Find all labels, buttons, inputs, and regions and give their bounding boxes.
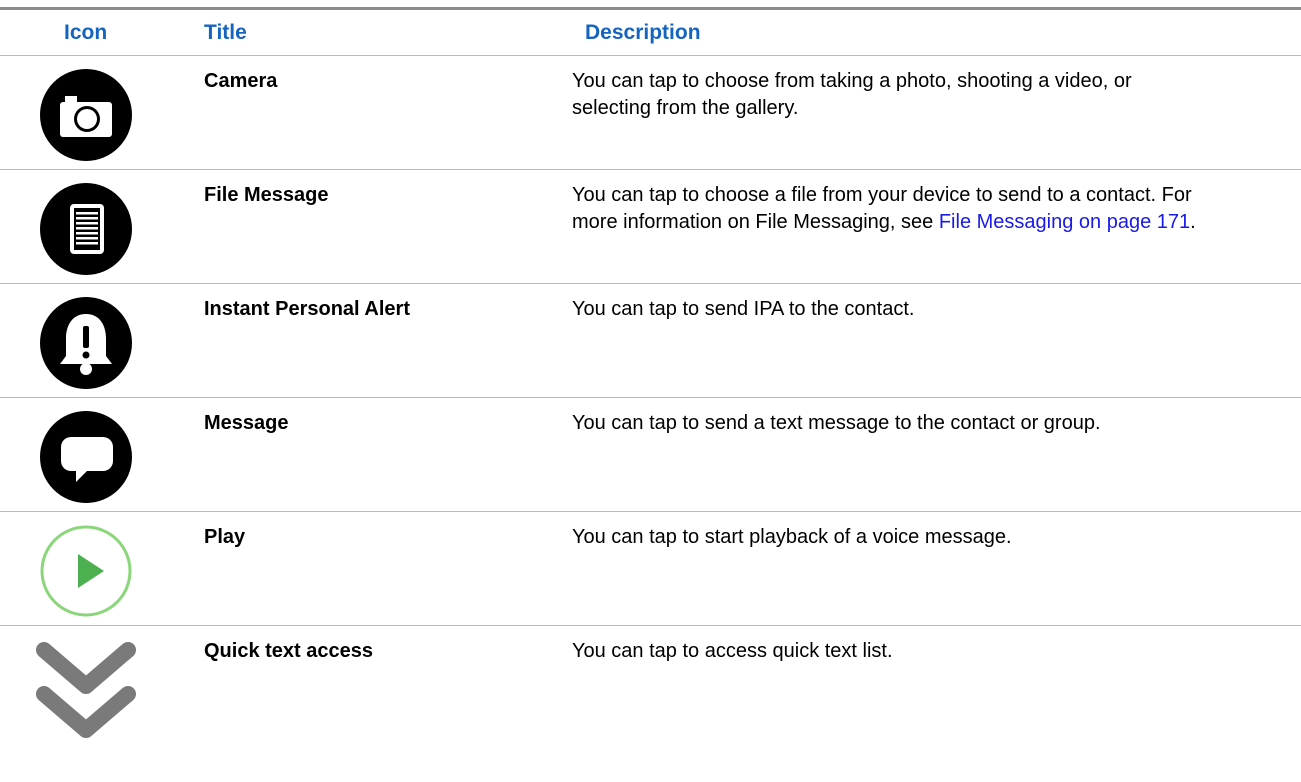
column-header-title: Title <box>204 21 247 44</box>
row-title: Camera <box>204 70 278 92</box>
row-description: You can tap to choose from taking a phot… <box>572 70 1132 119</box>
play-icon <box>30 522 145 617</box>
row-title: Quick text access <box>204 640 373 662</box>
column-header-icon: Icon <box>64 21 108 44</box>
icon-reference-table: Icon Title Description Camera You can ta… <box>0 7 1301 751</box>
column-header-description: Description <box>585 21 701 44</box>
row-description: You can tap to send IPA to the contact. <box>572 298 915 320</box>
camera-icon <box>30 66 145 161</box>
table-row: File Message You can tap to choose a fil… <box>0 170 1301 284</box>
double-chevron-down-icon <box>30 636 145 738</box>
row-description: You can tap to choose a file from your d… <box>572 182 1212 236</box>
table-header-row: Icon Title Description <box>0 10 1301 56</box>
row-title: Message <box>204 412 289 434</box>
row-title: File Message <box>204 184 329 206</box>
description-suffix: . <box>1190 211 1196 233</box>
table-row: Instant Personal Alert You can tap to se… <box>0 284 1301 398</box>
bell-alert-icon <box>30 294 145 389</box>
row-description: You can tap to start playback of a voice… <box>572 526 1012 548</box>
file-message-icon <box>30 180 145 275</box>
speech-bubble-icon <box>30 408 145 503</box>
table-row: Message You can tap to send a text messa… <box>0 398 1301 512</box>
file-messaging-link[interactable]: File Messaging on page 171 <box>939 211 1190 233</box>
table-row: Quick text access You can tap to access … <box>0 626 1301 751</box>
row-title: Instant Personal Alert <box>204 298 410 320</box>
table-row: Camera You can tap to choose from taking… <box>0 56 1301 170</box>
row-description: You can tap to send a text message to th… <box>572 412 1101 434</box>
table-row: Play You can tap to start playback of a … <box>0 512 1301 626</box>
row-description: You can tap to access quick text list. <box>572 640 893 662</box>
row-title: Play <box>204 526 246 548</box>
